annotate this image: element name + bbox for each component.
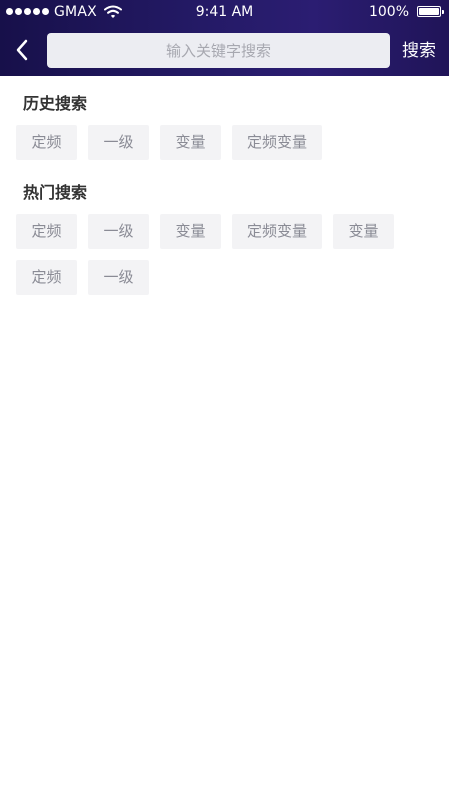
hot-tag-list: 定频 一级 变量 定频变量 变量 定频 一级 <box>16 214 436 295</box>
battery-percentage: 100% <box>368 4 409 20</box>
hot-tag[interactable]: 定频 <box>16 260 77 295</box>
history-tag[interactable]: 变量 <box>160 125 221 160</box>
header-bar: GMAX 9:41 AM 100% 搜索 <box>0 0 449 76</box>
hot-tag[interactable]: 定频 <box>16 214 77 249</box>
back-button[interactable] <box>8 34 36 66</box>
history-tag[interactable]: 定频 <box>16 125 77 160</box>
hot-tag[interactable]: 变量 <box>160 214 221 249</box>
history-tag[interactable]: 一级 <box>88 125 149 160</box>
battery-icon <box>417 6 444 17</box>
hot-tag[interactable]: 定频变量 <box>232 214 323 249</box>
status-bar: GMAX 9:41 AM 100% <box>0 0 449 24</box>
history-tag-list: 定频 一级 变量 定频变量 <box>16 125 436 160</box>
search-input[interactable] <box>47 33 390 68</box>
hot-tag[interactable]: 一级 <box>88 214 149 249</box>
hot-section-title: 热门搜索 <box>23 183 88 202</box>
history-tag[interactable]: 定频变量 <box>232 125 323 160</box>
history-section-title: 历史搜索 <box>23 94 88 113</box>
hot-tag[interactable]: 一级 <box>88 260 149 295</box>
chevron-left-icon <box>16 39 28 61</box>
search-button[interactable]: 搜索 <box>396 38 442 64</box>
hot-tag[interactable]: 变量 <box>333 214 395 249</box>
